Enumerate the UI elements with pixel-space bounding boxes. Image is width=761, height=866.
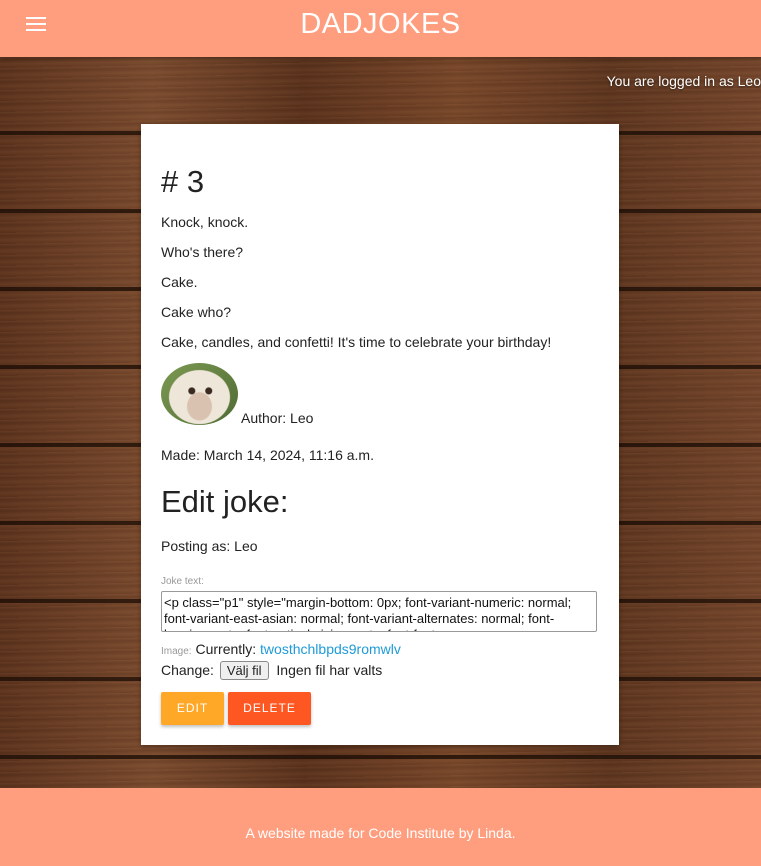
current-image-link[interactable]: twosthchlbpds9romwlv <box>260 641 401 657</box>
made-date: Made: March 14, 2024, 11:16 a.m. <box>161 447 374 463</box>
logged-in-status: You are logged in as Leo <box>606 73 761 89</box>
joke-number: # 3 <box>161 164 205 199</box>
joke-line: Knock, knock. <box>161 214 249 230</box>
author-name: Author: Leo <box>241 410 314 426</box>
currently-label: Currently: <box>195 641 257 657</box>
joke-text-input[interactable]: <p class="p1" style="margin-bottom: 0px;… <box>161 591 597 632</box>
top-navbar: DADJOKES <box>0 0 761 57</box>
edit-joke-heading: Edit joke: <box>161 484 289 519</box>
delete-button[interactable]: DELETE <box>228 692 311 725</box>
author-avatar <box>161 363 238 425</box>
joke-line: Cake, candles, and confetti! It's time t… <box>161 334 552 350</box>
footer: A website made for Code Institute by Lin… <box>0 788 761 866</box>
joke-line: Who's there? <box>161 244 244 260</box>
no-file-text: Ingen fil har valts <box>276 662 383 678</box>
image-change-row: Change: Välj fil Ingen fil har valts <box>161 661 382 680</box>
posting-as: Posting as: Leo <box>161 538 258 554</box>
joke-line: Cake. <box>161 274 198 290</box>
site-brand-logo[interactable]: DADJOKES <box>0 8 761 41</box>
footer-text: A website made for Code Institute by Lin… <box>245 825 516 841</box>
image-current-row: Image: Currently: twosthchlbpds9romwlv <box>161 641 401 657</box>
joke-line: Cake who? <box>161 304 232 320</box>
choose-file-button[interactable]: Välj fil <box>219 661 269 680</box>
image-label: Image: <box>161 646 192 657</box>
edit-button[interactable]: EDIT <box>161 692 224 725</box>
joke-text-label: Joke text: <box>161 576 204 587</box>
change-label: Change: <box>161 662 214 678</box>
joke-card: # 3 Knock, knock. Who's there? Cake. Cak… <box>141 124 619 745</box>
